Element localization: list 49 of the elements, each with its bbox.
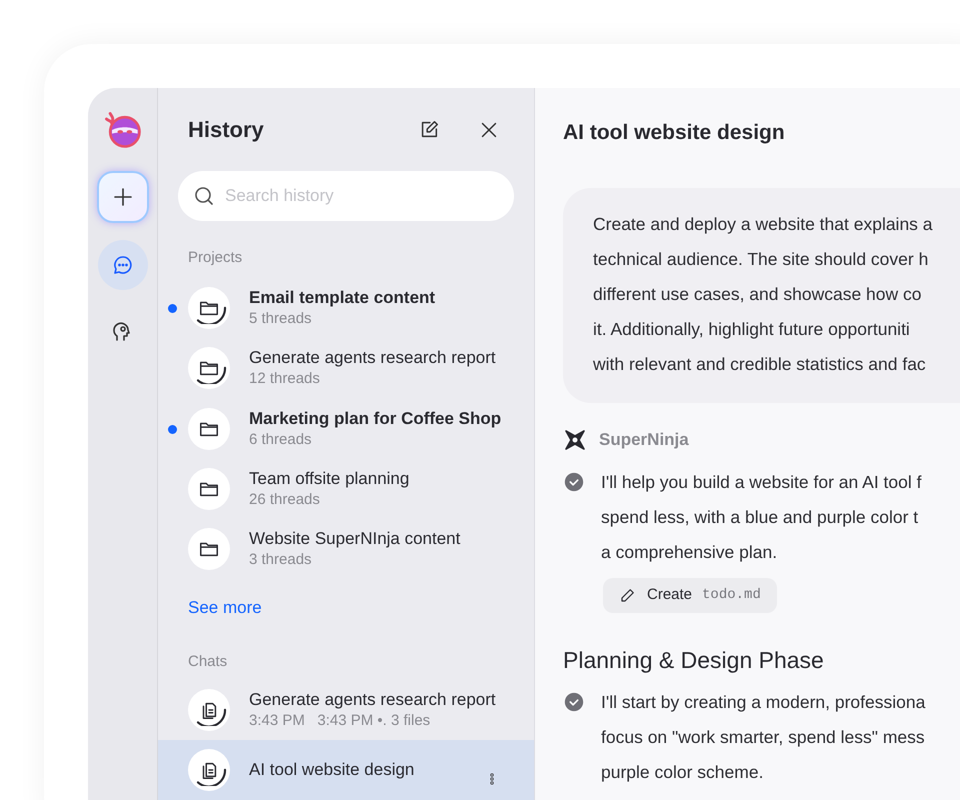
progress-ring-icon <box>196 708 227 726</box>
thread-count: 6 threads <box>249 430 313 450</box>
progress-ring-icon <box>196 768 227 786</box>
chat-title: AI tool website design <box>249 758 416 781</box>
thread-count: 3 threads <box>249 550 313 570</box>
message-text: purple color scheme. <box>601 760 764 784</box>
star-logo-icon <box>563 428 587 452</box>
file-name: todo.md <box>702 586 761 604</box>
project-item[interactable]: Marketing plan for Coffee Shop 6 threads <box>158 398 534 459</box>
thread-count: 26 threads <box>249 490 321 510</box>
prompt-text: it. Additionally, highlight future opportuniti <box>593 318 911 341</box>
assistant-name: SuperNinja <box>599 429 689 451</box>
new-chat-button[interactable] <box>96 171 148 223</box>
prompt-text: different use cases, and showcase how co <box>593 283 922 306</box>
chat-title: Generate agents research report <box>249 688 497 711</box>
project-title: Website SuperNInja content <box>249 528 460 550</box>
prompt-text: Create and deploy a website that explains a <box>593 213 934 236</box>
chat-item[interactable]: Generate agents research report 3:43 PM 3:43 PM •. 3 files <box>158 679 534 740</box>
section-title: Planning & Design Phase <box>563 646 825 675</box>
chats-button[interactable] <box>98 240 148 290</box>
check-circle-icon <box>563 690 585 712</box>
chat-item[interactable]: AI tool website design <box>158 740 534 800</box>
see-more-link[interactable]: See more <box>188 595 262 621</box>
project-item[interactable]: Team offsite planning 26 threads <box>158 458 534 520</box>
chat-meta: 3:43 PM 3:43 PM •. 3 files <box>249 710 432 731</box>
message-text: spend less, with a blue and purple color t <box>601 506 920 529</box>
message-text: I'll help you build a website for an AI tool f <box>601 470 922 494</box>
prompt-text: technical audience. The site should cover h <box>593 248 930 271</box>
section-heading: Chats <box>187 652 228 672</box>
thread-count: 5 threads <box>249 309 313 330</box>
project-title: Generate agents research report <box>249 347 496 370</box>
project-title: Marketing plan for Coffee Shop <box>249 408 502 430</box>
prompt-text: with relevant and credible statistics and fac <box>593 353 927 376</box>
project-item[interactable]: Generate agents research report 12 threads <box>158 338 534 399</box>
message-text: I'll start by creating a modern, professiona <box>601 690 926 714</box>
conversation-title: AI tool website design <box>563 120 786 146</box>
message-text: focus on "work smarter, spend less" mess <box>601 726 926 749</box>
panel-title: History <box>188 116 265 144</box>
project-item[interactable]: Website SuperNInja content 3 threads <box>158 519 534 580</box>
action-label: Create <box>647 584 692 605</box>
check-circle-icon <box>563 470 585 492</box>
search-field[interactable]: Search history <box>178 171 514 222</box>
pencil-icon <box>619 586 637 604</box>
message-text: a comprehensive plan. <box>601 540 778 564</box>
project-title: Email template content <box>249 287 436 310</box>
section-heading: Projects <box>187 248 244 268</box>
project-item[interactable]: Email template content 5 threads <box>158 278 534 338</box>
thread-count: 12 threads <box>249 369 321 390</box>
project-title: Team offsite planning <box>249 468 410 490</box>
